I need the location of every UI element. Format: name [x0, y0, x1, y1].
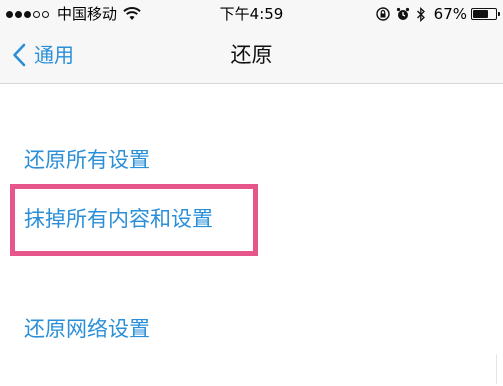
status-bar: 中国移动 下午4:59 67% [0, 0, 503, 28]
reset-network-settings-option[interactable]: 还原网络设置 [24, 314, 150, 344]
erase-all-content-option[interactable]: 抹掉所有内容和设置 [24, 204, 213, 234]
battery-icon [471, 8, 500, 20]
rotation-lock-icon [375, 7, 390, 21]
battery-percent: 67% [433, 5, 467, 23]
page-title: 还原 [230, 43, 273, 67]
nav-bar: 通用 还原 [0, 28, 503, 84]
status-right: 67% [370, 4, 500, 24]
reset-options-list: 还原所有设置 抹掉所有内容和设置 还原网络设置 [0, 84, 503, 386]
bluetooth-icon [416, 6, 426, 22]
reset-all-settings-option[interactable]: 还原所有设置 [24, 145, 150, 175]
edge-divider [496, 354, 497, 384]
alarm-icon [396, 7, 410, 21]
